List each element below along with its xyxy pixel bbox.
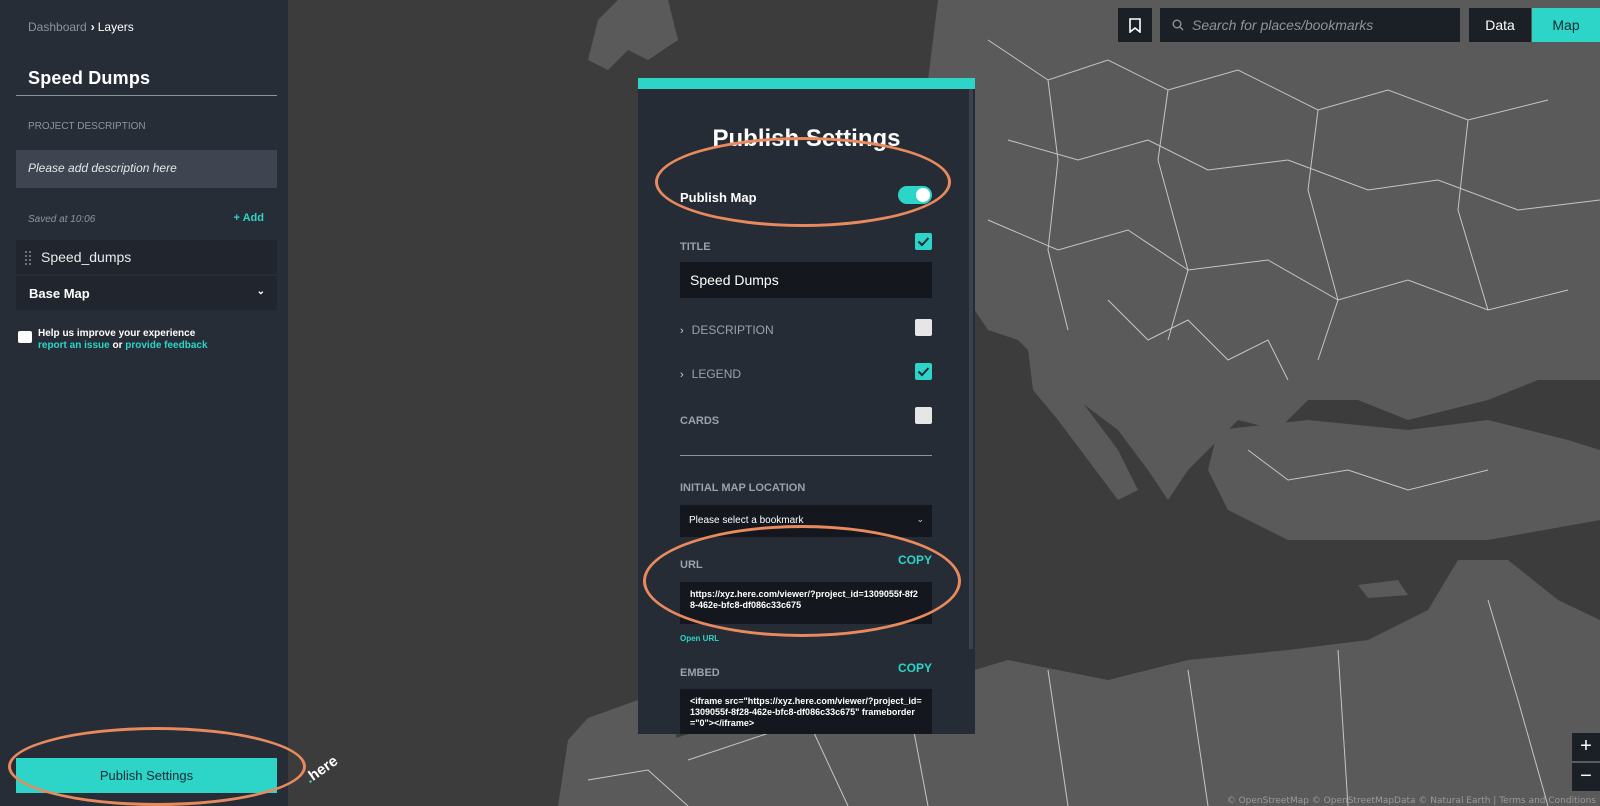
- project-description-label: PROJECT DESCRIPTION: [28, 121, 146, 132]
- check-icon: [917, 367, 930, 377]
- publish-map-label: Publish Map: [680, 190, 757, 205]
- add-layer-button[interactable]: + Add: [234, 212, 264, 224]
- check-icon: [917, 237, 930, 247]
- caret-right-icon: ›: [680, 369, 684, 381]
- title-checkbox[interactable]: [915, 233, 932, 250]
- embed-label: EMBED: [680, 667, 720, 679]
- legend-row[interactable]: › LEGEND: [680, 363, 932, 383]
- cards-row: CARDS: [680, 407, 932, 429]
- url-row: URL COPY: [680, 553, 932, 573]
- cards-checkbox[interactable]: [915, 407, 932, 424]
- layer-item[interactable]: Speed_dumps: [16, 240, 277, 274]
- description-row[interactable]: › DESCRIPTION: [680, 319, 932, 339]
- publish-map-toggle[interactable]: [898, 186, 932, 204]
- search-input[interactable]: [1192, 8, 1454, 42]
- toggle-knob: [916, 188, 930, 202]
- publish-map-row: Publish Map: [680, 186, 932, 207]
- chevron-down-icon: ⌄: [916, 514, 924, 524]
- map-attribution[interactable]: © OpenStreetMap © OpenStreetMapData © Na…: [1227, 796, 1596, 806]
- breadcrumb-current: Layers: [97, 20, 134, 34]
- help-improve-section: Help us improve your experience report a…: [18, 328, 208, 352]
- provide-feedback-link[interactable]: provide feedback: [125, 340, 207, 351]
- report-issue-link[interactable]: report an issue: [38, 340, 110, 351]
- base-map-dropdown[interactable]: Base Map ⌄: [16, 276, 277, 310]
- copy-embed-button[interactable]: COPY: [898, 661, 932, 675]
- panel-scrollbar[interactable]: [969, 89, 973, 649]
- layer-name: Speed_dumps: [41, 249, 132, 265]
- url-label: URL: [680, 559, 703, 571]
- data-view-button[interactable]: Data: [1469, 8, 1531, 42]
- map-view-button[interactable]: Map: [1532, 8, 1600, 42]
- bookmark-select[interactable]: Please select a bookmark ⌄: [680, 505, 932, 537]
- help-or-text: or: [112, 340, 123, 351]
- embed-code-field[interactable]: <iframe src="https://xyz.here.com/viewer…: [680, 689, 932, 734]
- breadcrumb-separator: ›: [90, 20, 95, 34]
- project-title[interactable]: Speed Dumps: [28, 68, 150, 89]
- chevron-down-icon: ⌄: [256, 286, 265, 297]
- title-row: TITLE: [680, 233, 932, 255]
- embed-row: EMBED COPY: [680, 661, 932, 681]
- breadcrumb-dashboard-link[interactable]: Dashboard: [28, 20, 87, 34]
- bookmark-icon: [1129, 17, 1141, 33]
- cards-label: CARDS: [680, 415, 720, 427]
- legend-checkbox[interactable]: [915, 363, 932, 380]
- base-map-label: Base Map: [29, 286, 90, 301]
- publish-settings-panel: Publish Settings Publish Map TITLE Speed…: [638, 78, 975, 734]
- open-url-link[interactable]: Open URL: [680, 634, 719, 643]
- feedback-icon: [18, 331, 32, 343]
- initial-location-row: INITIAL MAP LOCATION: [680, 478, 932, 496]
- description-label: DESCRIPTION: [691, 323, 774, 337]
- panel-title: Publish Settings: [712, 125, 901, 152]
- publish-settings-button[interactable]: Publish Settings: [16, 758, 277, 793]
- legend-label: LEGEND: [691, 367, 742, 381]
- title-input[interactable]: Speed Dumps: [680, 262, 932, 298]
- zoom-out-button[interactable]: −: [1572, 763, 1600, 791]
- project-description-input[interactable]: Please add description here: [16, 150, 277, 188]
- description-checkbox[interactable]: [915, 319, 932, 336]
- title-label: TITLE: [680, 241, 711, 253]
- initial-map-location-label: INITIAL MAP LOCATION: [680, 482, 806, 494]
- bookmark-button[interactable]: [1118, 8, 1152, 42]
- drag-handle-icon[interactable]: [25, 251, 31, 265]
- copy-url-button[interactable]: COPY: [898, 553, 932, 567]
- saved-status: Saved at 10:06: [28, 214, 96, 225]
- caret-right-icon: ›: [680, 325, 684, 337]
- bookmark-select-value: Please select a bookmark: [689, 515, 804, 526]
- url-field[interactable]: https://xyz.here.com/viewer/?project_id=…: [680, 582, 932, 624]
- breadcrumb: Dashboard › Layers: [28, 20, 134, 34]
- title-underline: [16, 95, 277, 96]
- zoom-in-button[interactable]: +: [1572, 733, 1600, 761]
- search-box[interactable]: [1160, 8, 1460, 42]
- sidebar: Dashboard › Layers Speed Dumps PROJECT DES…: [0, 0, 288, 806]
- panel-divider: [680, 455, 932, 456]
- search-icon: [1172, 19, 1184, 31]
- help-text: Help us improve your experience: [38, 328, 196, 339]
